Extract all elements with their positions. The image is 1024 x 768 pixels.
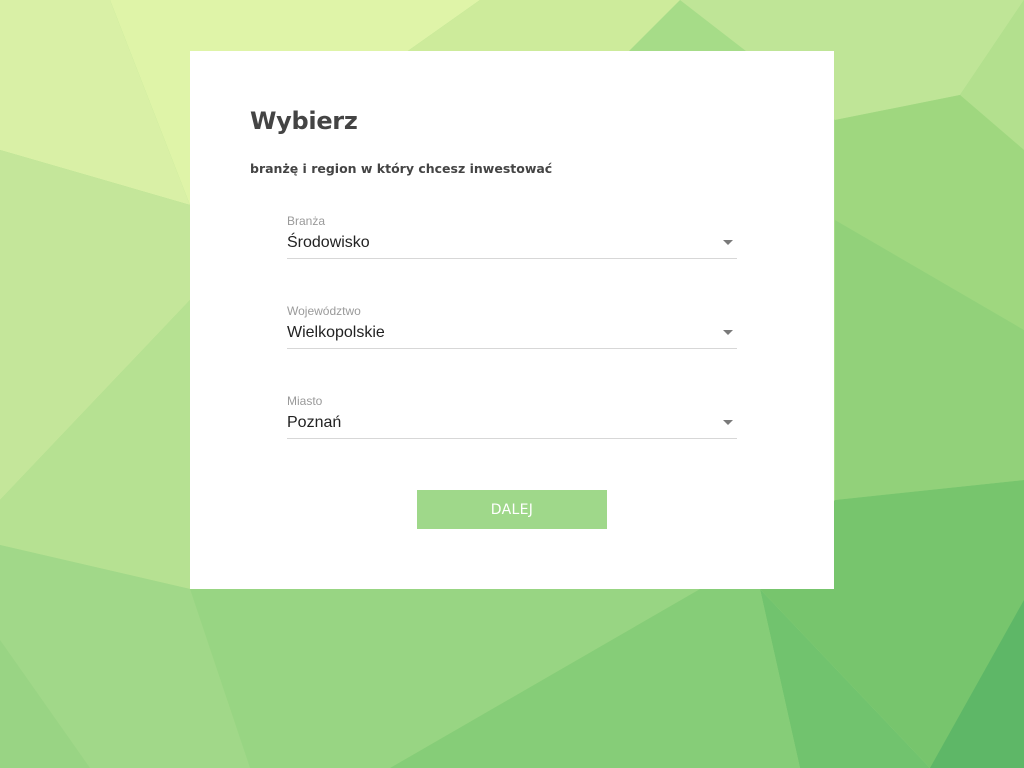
page-subtitle: branżę i region w który chcesz inwestowa… [250, 161, 553, 176]
dropdown-caret-icon[interactable] [723, 240, 733, 245]
voivodeship-label: Województwo [287, 304, 361, 318]
dropdown-caret-icon[interactable] [723, 330, 733, 335]
selection-card: Wybierz branżę i region w który chcesz i… [190, 51, 834, 589]
next-button[interactable]: DALEJ [417, 490, 607, 529]
voivodeship-select[interactable]: Województwo Wielkopolskie [287, 304, 737, 349]
city-value: Poznań [287, 414, 342, 431]
voivodeship-value: Wielkopolskie [287, 324, 385, 341]
page-title: Wybierz [250, 107, 358, 135]
branch-value: Środowisko [287, 234, 370, 251]
branch-select[interactable]: Branża Środowisko [287, 214, 737, 259]
city-select[interactable]: Miasto Poznań [287, 394, 737, 439]
city-label: Miasto [287, 394, 323, 408]
dropdown-caret-icon[interactable] [723, 420, 733, 425]
branch-label: Branża [287, 214, 326, 228]
